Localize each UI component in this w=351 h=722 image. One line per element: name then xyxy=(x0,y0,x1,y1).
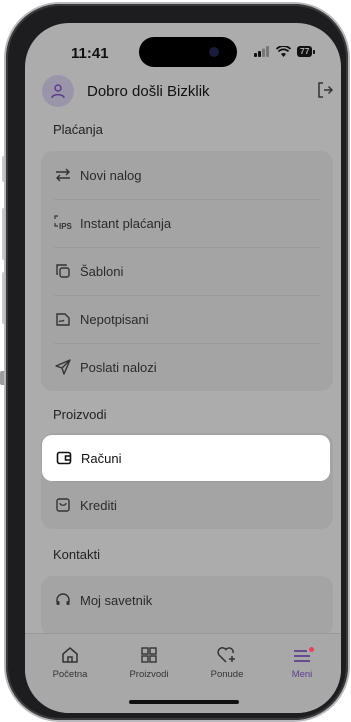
menu-item-instant-payments[interactable]: IPS Instant plaćanja xyxy=(41,199,333,247)
home-icon xyxy=(35,644,105,666)
tab-label: Ponude xyxy=(210,669,244,680)
menu-item-label: Moj savetnik xyxy=(80,592,153,608)
unsigned-icon xyxy=(54,310,72,328)
logout-icon xyxy=(318,82,334,98)
copy-template-icon xyxy=(54,262,72,280)
send-icon xyxy=(54,358,72,376)
home-indicator xyxy=(129,700,239,704)
header: Dobro došli Bizklik xyxy=(25,75,341,111)
grid-icon xyxy=(114,644,184,666)
menu-item-sent-orders[interactable]: Poslati nalozi xyxy=(41,343,333,391)
menu-item-label: Nepotpisani xyxy=(80,311,149,327)
tab-label: Proizvodi xyxy=(129,669,169,680)
welcome-text: Dobro došli Bizklik xyxy=(87,83,210,100)
logout-button[interactable] xyxy=(316,81,334,104)
payments-card: Novi nalog IPS Instant plaćanja Šabloni xyxy=(41,151,333,391)
menu-item-label: Instant plaćanja xyxy=(80,215,172,231)
tab-label: Početna xyxy=(52,669,88,680)
headset-icon xyxy=(54,591,72,609)
section-title-products: Proizvodi xyxy=(53,407,107,422)
menu-item-my-advisor[interactable]: Moj savetnik xyxy=(41,576,333,624)
signal-icon xyxy=(254,46,269,57)
status-bar: 11:41 77 xyxy=(25,23,341,73)
battery-level: 77 xyxy=(297,46,313,57)
phone-frame: 11:41 77 Dobro došli Bizklik Plaćanja No… xyxy=(6,4,348,720)
status-time: 11:41 xyxy=(71,45,109,62)
section-title-payments: Plaćanja xyxy=(53,122,103,137)
svg-text:IPS: IPS xyxy=(59,222,72,231)
menu-item-label: Poslati nalozi xyxy=(80,359,157,375)
menu-icon xyxy=(267,644,337,666)
ips-icon: IPS xyxy=(54,214,72,232)
camera-icon xyxy=(209,47,219,57)
avatar[interactable] xyxy=(42,75,74,107)
transfer-arrows-icon xyxy=(54,166,72,184)
menu-item-credits[interactable]: Krediti xyxy=(41,481,333,529)
wifi-icon xyxy=(276,46,291,57)
tab-menu[interactable]: Meni xyxy=(267,644,337,680)
credit-icon xyxy=(54,496,72,514)
menu-item-templates[interactable]: Šabloni xyxy=(41,247,333,295)
tab-home[interactable]: Početna xyxy=(35,644,105,680)
user-icon xyxy=(51,84,65,99)
heart-plus-icon xyxy=(192,644,262,666)
status-icons: 77 xyxy=(254,46,316,57)
tab-offers[interactable]: Ponude xyxy=(192,644,262,680)
menu-item-label: Šabloni xyxy=(80,263,124,279)
tab-products[interactable]: Proizvodi xyxy=(114,644,184,680)
wallet-icon xyxy=(55,449,73,467)
section-title-contacts: Kontakti xyxy=(53,547,100,562)
menu-item-label: Novi nalog xyxy=(80,167,142,183)
tab-label: Meni xyxy=(291,669,313,680)
menu-item-new-order[interactable]: Novi nalog xyxy=(41,151,333,199)
screen: 11:41 77 Dobro došli Bizklik Plaćanja No… xyxy=(25,23,341,713)
contacts-card: Moj savetnik xyxy=(41,576,333,636)
dynamic-island xyxy=(139,37,237,67)
menu-item-label: Krediti xyxy=(80,497,117,513)
notification-dot xyxy=(309,647,314,652)
menu-item-unsigned[interactable]: Nepotpisani xyxy=(41,295,333,343)
battery-icon: 77 xyxy=(297,46,316,57)
menu-item-label: Računi xyxy=(81,450,122,466)
menu-item-accounts[interactable]: Računi xyxy=(42,435,330,481)
